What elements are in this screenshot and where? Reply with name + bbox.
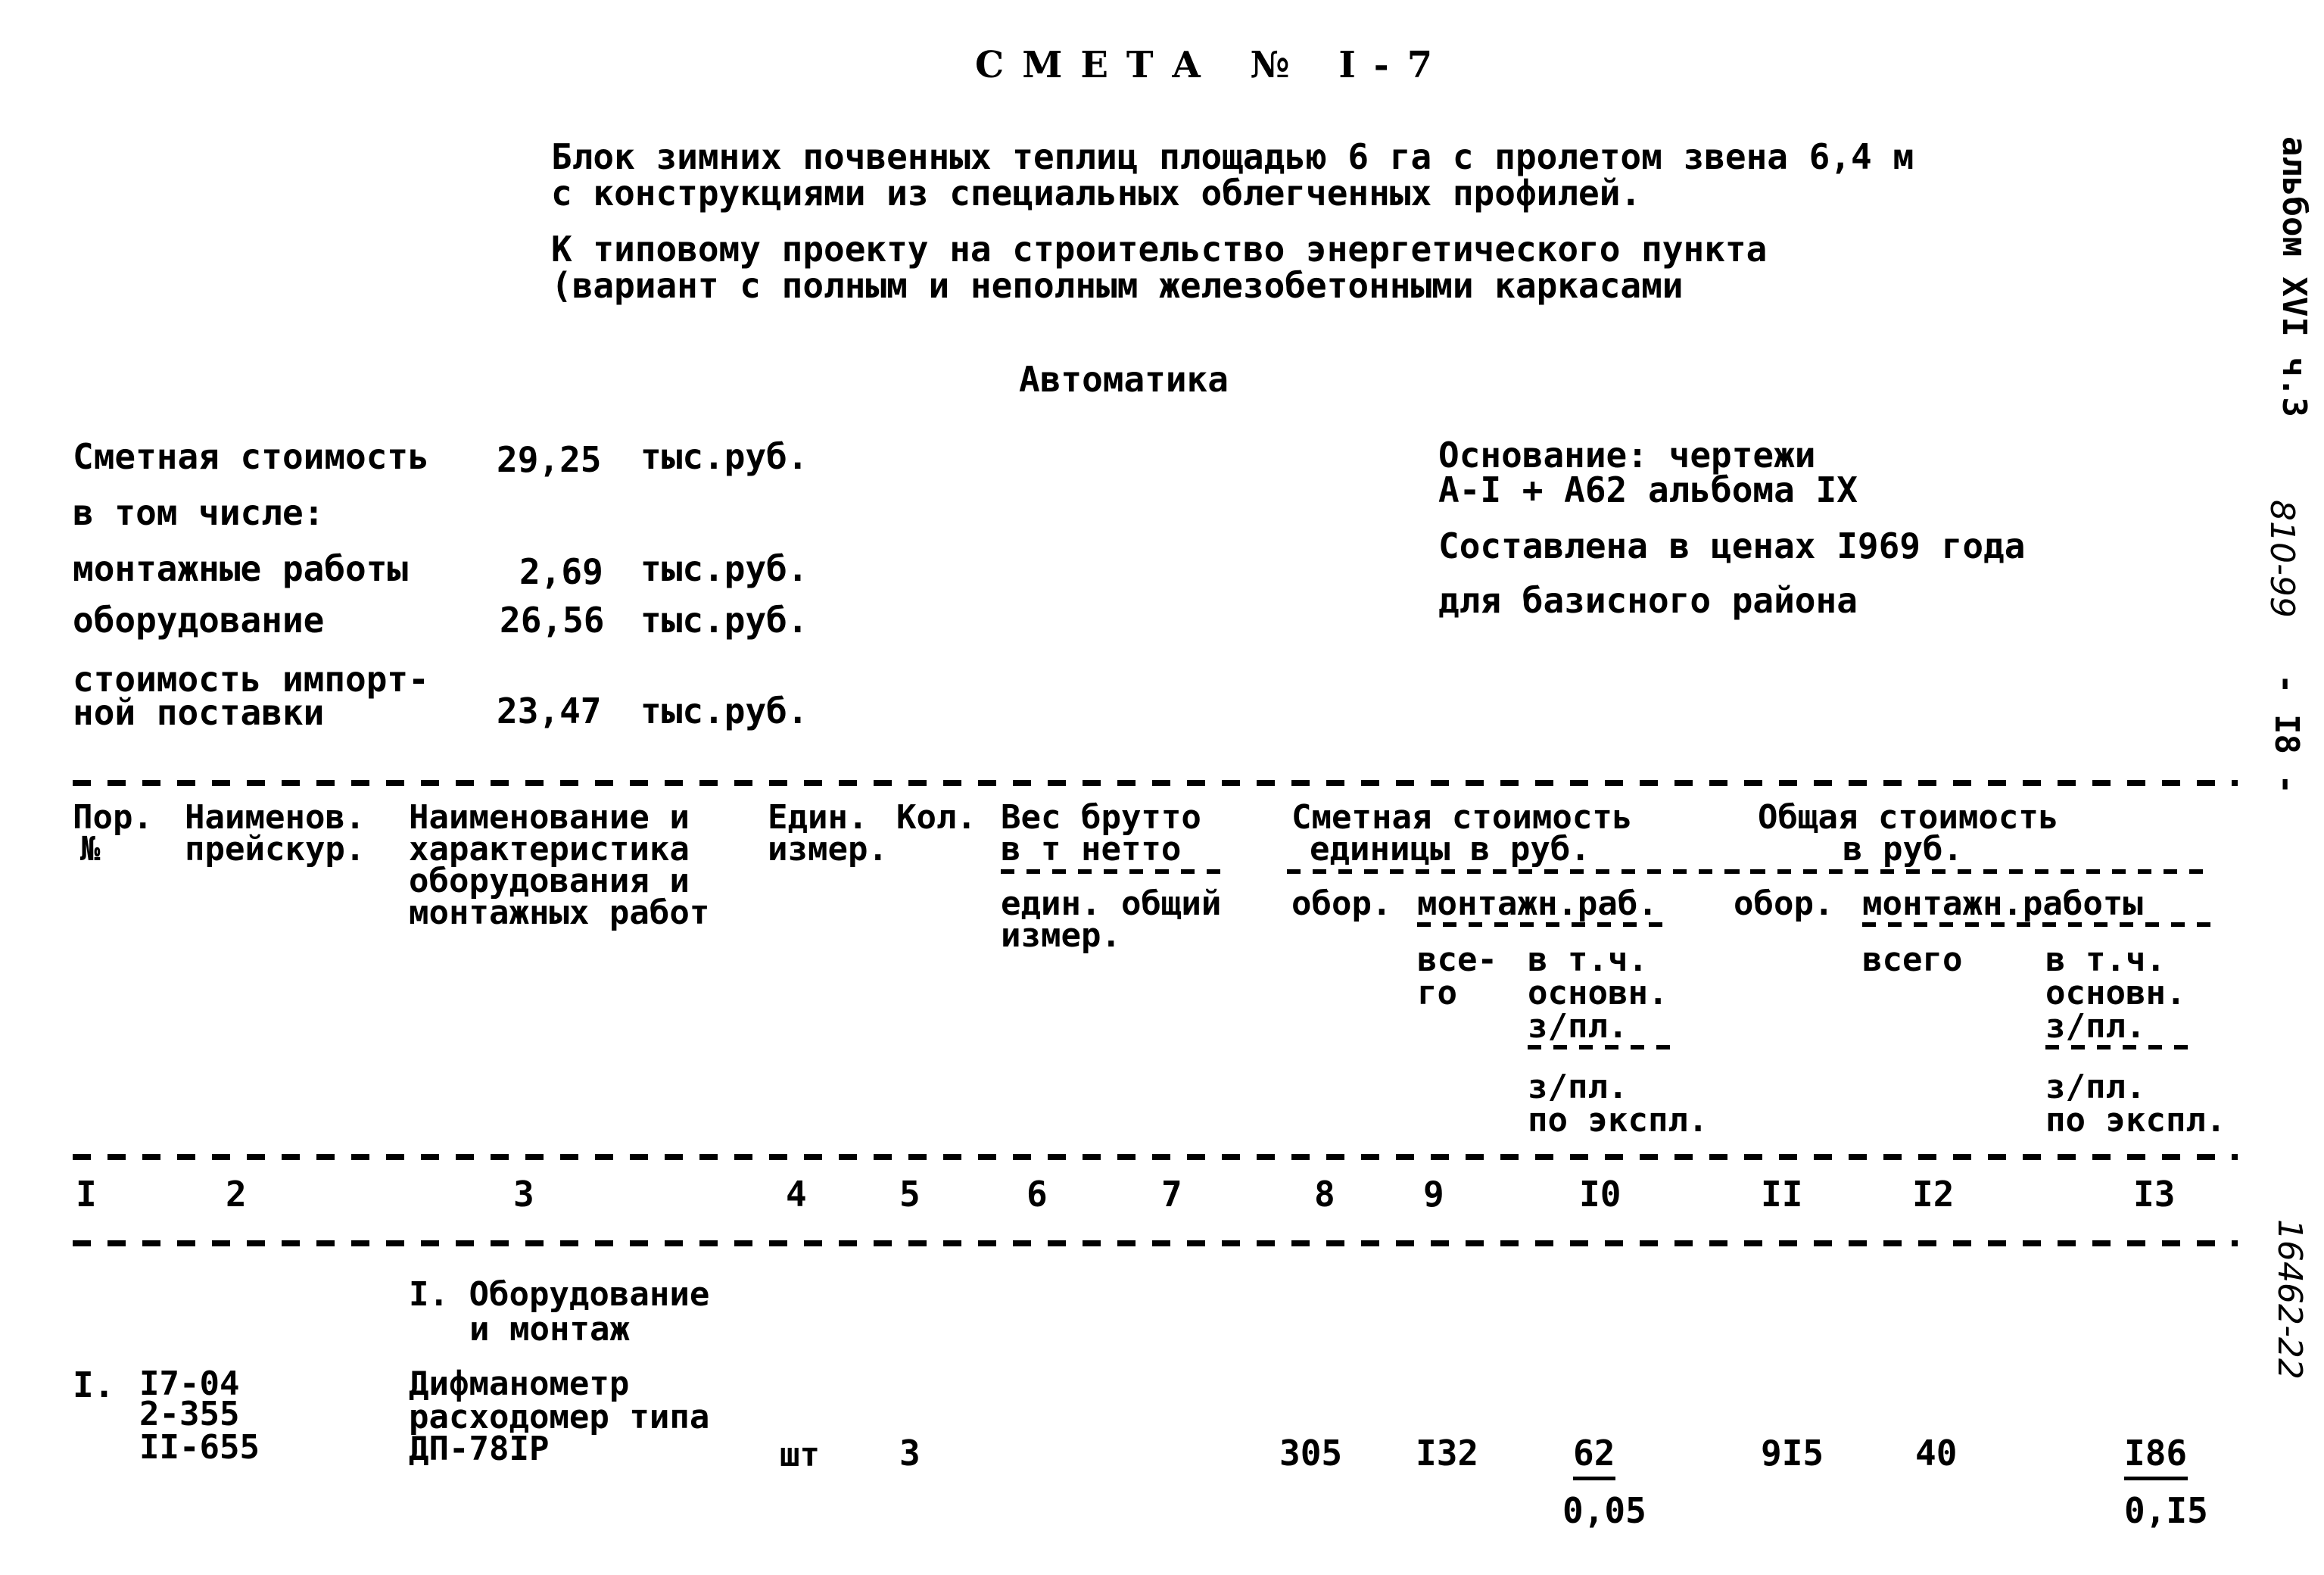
basis-line-2: А-I + А62 альбома IX <box>1438 469 1858 510</box>
header-total-incl-line2: основн. <box>2045 974 2186 1012</box>
header-bottom-rule <box>73 1154 2238 1160</box>
row-total-mont-total: 40 <box>1915 1433 1958 1474</box>
column-number: 2 <box>226 1174 247 1215</box>
header-unit-incl-line3: з/пл. <box>1528 1007 1628 1046</box>
column-number: I3 <box>2133 1174 2176 1215</box>
header-col2-line2: прейскур. <box>185 830 366 869</box>
column-number: I <box>76 1174 97 1215</box>
header-unit-incl-line5: по экспл. <box>1528 1101 1709 1140</box>
subtitle-line-2: с конструкциями из специальных облегченн… <box>551 173 1642 214</box>
header-unit-cost-rule <box>1287 869 1756 874</box>
header-unit-incl-rule <box>1528 1045 1679 1049</box>
row-quantity: 3 <box>899 1433 921 1474</box>
mounting-unit: тыс.руб. <box>640 548 808 589</box>
header-total-cost-line2: в руб. <box>1843 830 1963 869</box>
header-unit-cost-line2: единицы в руб. <box>1310 830 1590 869</box>
column-number: I0 <box>1579 1174 1622 1215</box>
total-cost-label: Сметная стоимость <box>73 436 429 477</box>
section-title-line-2: и монтаж <box>469 1310 630 1349</box>
subtitle-line-1: Блок зимних почвенных теплиц площадью 6 … <box>551 136 1914 177</box>
section-title-line-1: I. Оборудование <box>409 1275 710 1314</box>
basis-line-4: для базисного района <box>1438 580 1858 621</box>
table-top-rule <box>73 780 2238 786</box>
row-total-mont-wage: I86 <box>2124 1433 2188 1474</box>
header-unit-total-line2: го <box>1417 974 1457 1012</box>
document-title: СМЕТА № I-7 <box>975 44 1451 86</box>
header-col3-line4: монтажных работ <box>409 894 710 932</box>
row-unit-mont-total: I32 <box>1416 1433 1479 1474</box>
row-total-mont-wage-expl: 0,I5 <box>2124 1490 2208 1531</box>
margin-code: 810-99 <box>2263 500 2301 618</box>
column-number: I2 <box>1912 1174 1955 1215</box>
column-numbers-bottom-rule <box>73 1240 2238 1246</box>
header-weight-sub-line2: измер. <box>1001 916 1121 955</box>
row-name-line3: ДП-78IР <box>409 1430 550 1468</box>
header-unit-incl-line2: основн. <box>1528 974 1668 1012</box>
row-pricelist-line3: II-655 <box>139 1428 260 1467</box>
row-total-mont-fraction-bar <box>2124 1477 2188 1480</box>
column-number: 9 <box>1423 1174 1444 1215</box>
header-total-obor: обор. <box>1734 884 1834 923</box>
header-total-incl-line3: з/пл. <box>2045 1007 2146 1046</box>
header-unit-mont-rule <box>1417 922 1674 927</box>
row-total-obor: 9I5 <box>1761 1433 1824 1474</box>
row-name-line1: Дифманометр <box>409 1364 630 1403</box>
header-unit-incl-line4: з/пл. <box>1528 1068 1628 1106</box>
header-total-mont-rule <box>1862 922 2210 927</box>
header-total-incl-rule <box>2045 1045 2197 1049</box>
row-unit-obor: 305 <box>1279 1433 1343 1474</box>
header-total-incl-line5: по экспл. <box>2045 1101 2226 1140</box>
margin-album: альбом XVI ч.3 <box>2275 136 2313 417</box>
row-unit-mont-fraction-bar <box>1573 1477 1615 1480</box>
project-line-2: (вариант с полным и неполным железобетон… <box>551 265 1684 306</box>
header-weight-line2: в т нетто <box>1001 830 1182 869</box>
header-total-cost-rule <box>1726 869 2210 874</box>
header-col5: Кол. <box>896 798 977 837</box>
header-unit-total-line1: все- <box>1417 940 1497 979</box>
section-heading: Автоматика <box>1019 359 1229 400</box>
row-unit-mont-wage-expl: 0,05 <box>1562 1490 1646 1531</box>
basis-line-1: Основание: чертежи <box>1438 435 1816 476</box>
project-line-1: К типовому проекту на строительство энер… <box>551 229 1768 270</box>
mounting-label: монтажные работы <box>73 548 409 589</box>
equipment-label: оборудование <box>73 600 325 641</box>
row-number: I. <box>73 1364 115 1405</box>
basis-line-3: Составлена в ценах I969 года <box>1438 526 2026 566</box>
header-total-mont: монтажн.работы <box>1862 884 2143 923</box>
row-pricelist-line2: 2-355 <box>139 1395 240 1433</box>
margin-inventory-number: 16462-22 <box>2270 1219 2309 1380</box>
import-label-line-2: ной поставки <box>73 692 325 733</box>
column-number: 6 <box>1026 1174 1048 1215</box>
equipment-unit: тыс.руб. <box>640 600 808 641</box>
equipment-value: 26,56 <box>500 600 605 641</box>
total-cost-value: 29,25 <box>497 439 602 480</box>
header-weight-rule <box>1001 869 1228 874</box>
row-unit: шт <box>780 1436 820 1474</box>
import-unit: тыс.руб. <box>640 691 808 731</box>
total-cost-unit: тыс.руб. <box>640 436 808 477</box>
header-col4-line2: измер. <box>768 830 888 869</box>
header-unit-incl-line1: в т.ч. <box>1528 940 1648 979</box>
header-total-total: всего <box>1862 940 1963 979</box>
header-col1-line2: № <box>80 830 101 869</box>
header-unit-mont: монтажн.раб. <box>1417 884 1658 923</box>
header-unit-obor: обор. <box>1291 884 1392 923</box>
column-number: 4 <box>786 1174 807 1215</box>
including-label: в том числе: <box>73 492 325 533</box>
mounting-value: 2,69 <box>519 551 603 592</box>
import-value: 23,47 <box>497 691 602 731</box>
header-total-incl-line1: в т.ч. <box>2045 940 2166 979</box>
column-number: II <box>1761 1174 1803 1215</box>
row-unit-mont-wage: 62 <box>1573 1433 1615 1474</box>
column-number: 3 <box>513 1174 534 1215</box>
column-number: 5 <box>899 1174 921 1215</box>
margin-page-number: - I8 - <box>2267 674 2306 794</box>
column-number: 7 <box>1161 1174 1182 1215</box>
header-total-incl-line4: з/пл. <box>2045 1068 2146 1106</box>
column-number: 8 <box>1314 1174 1335 1215</box>
